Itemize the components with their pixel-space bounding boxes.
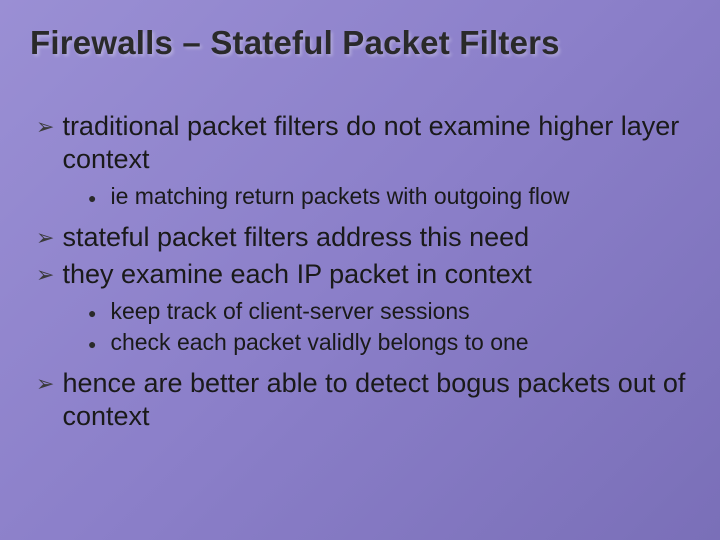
sub-bullet-list: ● keep track of client-server sessions ●… [30, 297, 690, 358]
bullet-item: ➢ they examine each IP packet in context [36, 258, 690, 291]
slide-title: Firewalls – Stateful Packet Filters [30, 24, 690, 62]
arrow-bullet-icon: ➢ [36, 225, 54, 252]
bullet-text: stateful packet filters address this nee… [62, 221, 690, 254]
arrow-bullet-icon: ➢ [36, 371, 54, 398]
sub-bullet-item: ● check each packet validly belongs to o… [88, 328, 690, 357]
dot-bullet-icon: ● [88, 305, 96, 323]
bullet-item: ➢ traditional packet filters do not exam… [36, 110, 690, 176]
dot-bullet-icon: ● [88, 190, 96, 208]
bullet-text: traditional packet filters do not examin… [62, 110, 690, 176]
sub-bullet-item: ● keep track of client-server sessions [88, 297, 690, 326]
dot-bullet-icon: ● [88, 336, 96, 354]
sub-bullet-item: ● ie matching return packets with outgoi… [88, 182, 690, 211]
sub-bullet-text: ie matching return packets with outgoing… [110, 182, 690, 211]
sub-bullet-list: ● ie matching return packets with outgoi… [30, 182, 690, 211]
sub-bullet-text: check each packet validly belongs to one [110, 328, 690, 357]
arrow-bullet-icon: ➢ [36, 114, 54, 141]
bullet-item: ➢ stateful packet filters address this n… [36, 221, 690, 254]
bullet-item: ➢ hence are better able to detect bogus … [36, 367, 690, 433]
bullet-list: ➢ traditional packet filters do not exam… [30, 110, 690, 433]
bullet-text: they examine each IP packet in context [62, 258, 690, 291]
bullet-text: hence are better able to detect bogus pa… [62, 367, 690, 433]
arrow-bullet-icon: ➢ [36, 262, 54, 289]
sub-bullet-text: keep track of client-server sessions [110, 297, 690, 326]
